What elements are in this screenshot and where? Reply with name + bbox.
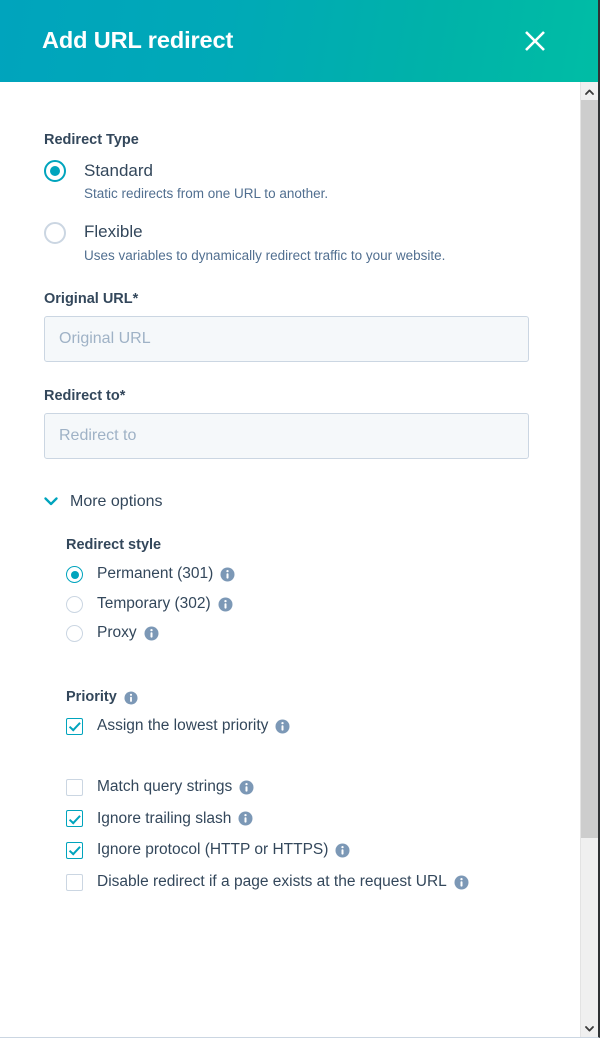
redirect-to-required-mark: * — [119, 387, 126, 404]
info-icon[interactable] — [124, 691, 138, 705]
info-icon[interactable] — [238, 811, 253, 826]
radio-permanent-301-indicator[interactable] — [66, 566, 83, 584]
checkbox-match-query-strings-label: Match query strings — [97, 777, 233, 795]
checkbox-ignore-trailing-slash-indicator[interactable] — [66, 810, 83, 828]
checkbox-disable-redirect-if-page-exists[interactable]: Disable redirect if a page exists at the… — [66, 873, 580, 892]
vertical-scrollbar[interactable] — [580, 82, 598, 1037]
radio-flexible-indicator[interactable] — [44, 221, 66, 244]
checkbox-ignore-protocol-label: Ignore protocol (HTTP or HTTPS) — [97, 841, 329, 859]
chevron-up-icon — [585, 82, 594, 100]
dialog-header: Add URL redirect — [0, 0, 598, 82]
checkbox-ignore-trailing-slash[interactable]: Ignore trailing slash — [66, 810, 580, 829]
priority-label-row: Priority — [66, 689, 580, 706]
checkbox-disable-redirect-if-page-exists-label: Disable redirect if a page exists at the… — [97, 872, 447, 890]
checkbox-disable-redirect-if-page-exists-indicator[interactable] — [66, 873, 83, 891]
redirect-to-input[interactable] — [44, 412, 529, 459]
radio-standard-helper: Static redirects from one URL to another… — [84, 186, 329, 202]
scroll-down-button[interactable] — [581, 1019, 598, 1037]
original-url-label: Original URL* — [44, 291, 580, 307]
radio-flexible[interactable]: Flexible — [44, 221, 580, 244]
info-icon[interactable] — [335, 843, 350, 858]
checkbox-ignore-protocol[interactable]: Ignore protocol (HTTP or HTTPS) — [66, 841, 580, 860]
radio-temporary-302[interactable]: Temporary (302) — [66, 595, 580, 614]
priority-section: Priority Assign the lowest priority — [66, 689, 580, 736]
page-title: Add URL redirect — [42, 27, 234, 54]
checkbox-assign-lowest-priority-indicator[interactable] — [66, 718, 83, 736]
checkbox-assign-lowest-priority[interactable]: Assign the lowest priority — [66, 717, 580, 736]
redirect-style-label: Redirect style — [66, 536, 162, 553]
info-icon[interactable] — [220, 567, 235, 582]
info-icon[interactable] — [218, 597, 233, 612]
original-url-input[interactable] — [44, 315, 529, 362]
checkbox-match-query-strings-indicator[interactable] — [66, 778, 83, 796]
redirect-to-label: Redirect to* — [44, 388, 580, 404]
dialog-body-wrapper: Redirect Type Standard Static redirects … — [0, 82, 598, 1037]
checkbox-match-query-strings[interactable]: Match query strings — [66, 778, 580, 797]
radio-standard-label: Standard — [84, 161, 153, 181]
radio-flexible-helper: Uses variables to dynamically redirect t… — [84, 247, 446, 263]
dialog-body: Redirect Type Standard Static redirects … — [0, 82, 580, 1037]
scroll-up-button[interactable] — [581, 82, 598, 100]
radio-standard-indicator[interactable] — [44, 160, 66, 183]
radio-flexible-label: Flexible — [84, 222, 143, 242]
checkbox-ignore-trailing-slash-label: Ignore trailing slash — [97, 809, 232, 827]
original-url-field-group: Original URL* — [44, 291, 580, 362]
radio-standard[interactable]: Standard — [44, 160, 580, 183]
redirect-type-section: Redirect Type Standard Static redirects … — [44, 132, 580, 265]
more-options-toggle[interactable]: More options — [44, 493, 184, 511]
chevron-down-icon — [44, 497, 58, 506]
chevron-down-icon — [585, 1019, 594, 1037]
priority-label: Priority — [66, 689, 117, 705]
info-icon[interactable] — [275, 719, 290, 734]
checkbox-assign-lowest-priority-label: Assign the lowest priority — [97, 717, 269, 735]
original-url-required-mark: * — [132, 290, 139, 307]
info-icon[interactable] — [454, 875, 469, 890]
radio-temporary-302-label: Temporary (302) — [97, 594, 211, 612]
info-icon[interactable] — [239, 780, 254, 795]
scrollbar-thumb[interactable] — [581, 100, 598, 838]
redirect-to-label-text: Redirect to — [44, 387, 120, 404]
more-options-label: More options — [70, 492, 163, 510]
more-options-panel: Redirect style Permanent (301) Temporary… — [44, 537, 580, 892]
radio-permanent-301-label: Permanent (301) — [97, 565, 214, 583]
close-icon — [522, 28, 548, 54]
original-url-label-text: Original URL — [44, 290, 133, 307]
info-icon[interactable] — [144, 626, 159, 641]
redirect-to-field-group: Redirect to* — [44, 388, 580, 459]
matching-options-section: Match query strings Ignore trailing slas… — [66, 778, 580, 891]
radio-permanent-301[interactable]: Permanent (301) — [66, 565, 580, 584]
scrollbar-track[interactable] — [581, 100, 598, 1019]
add-url-redirect-dialog: Add URL redirect Redirect Type Standard — [0, 0, 600, 1038]
close-button[interactable] — [514, 20, 556, 62]
radio-proxy[interactable]: Proxy — [66, 624, 580, 643]
redirect-type-label: Redirect Type — [44, 132, 139, 148]
radio-proxy-label: Proxy — [97, 624, 137, 642]
checkbox-ignore-protocol-indicator[interactable] — [66, 841, 83, 859]
radio-temporary-302-indicator[interactable] — [66, 595, 83, 613]
radio-proxy-indicator[interactable] — [66, 625, 83, 643]
